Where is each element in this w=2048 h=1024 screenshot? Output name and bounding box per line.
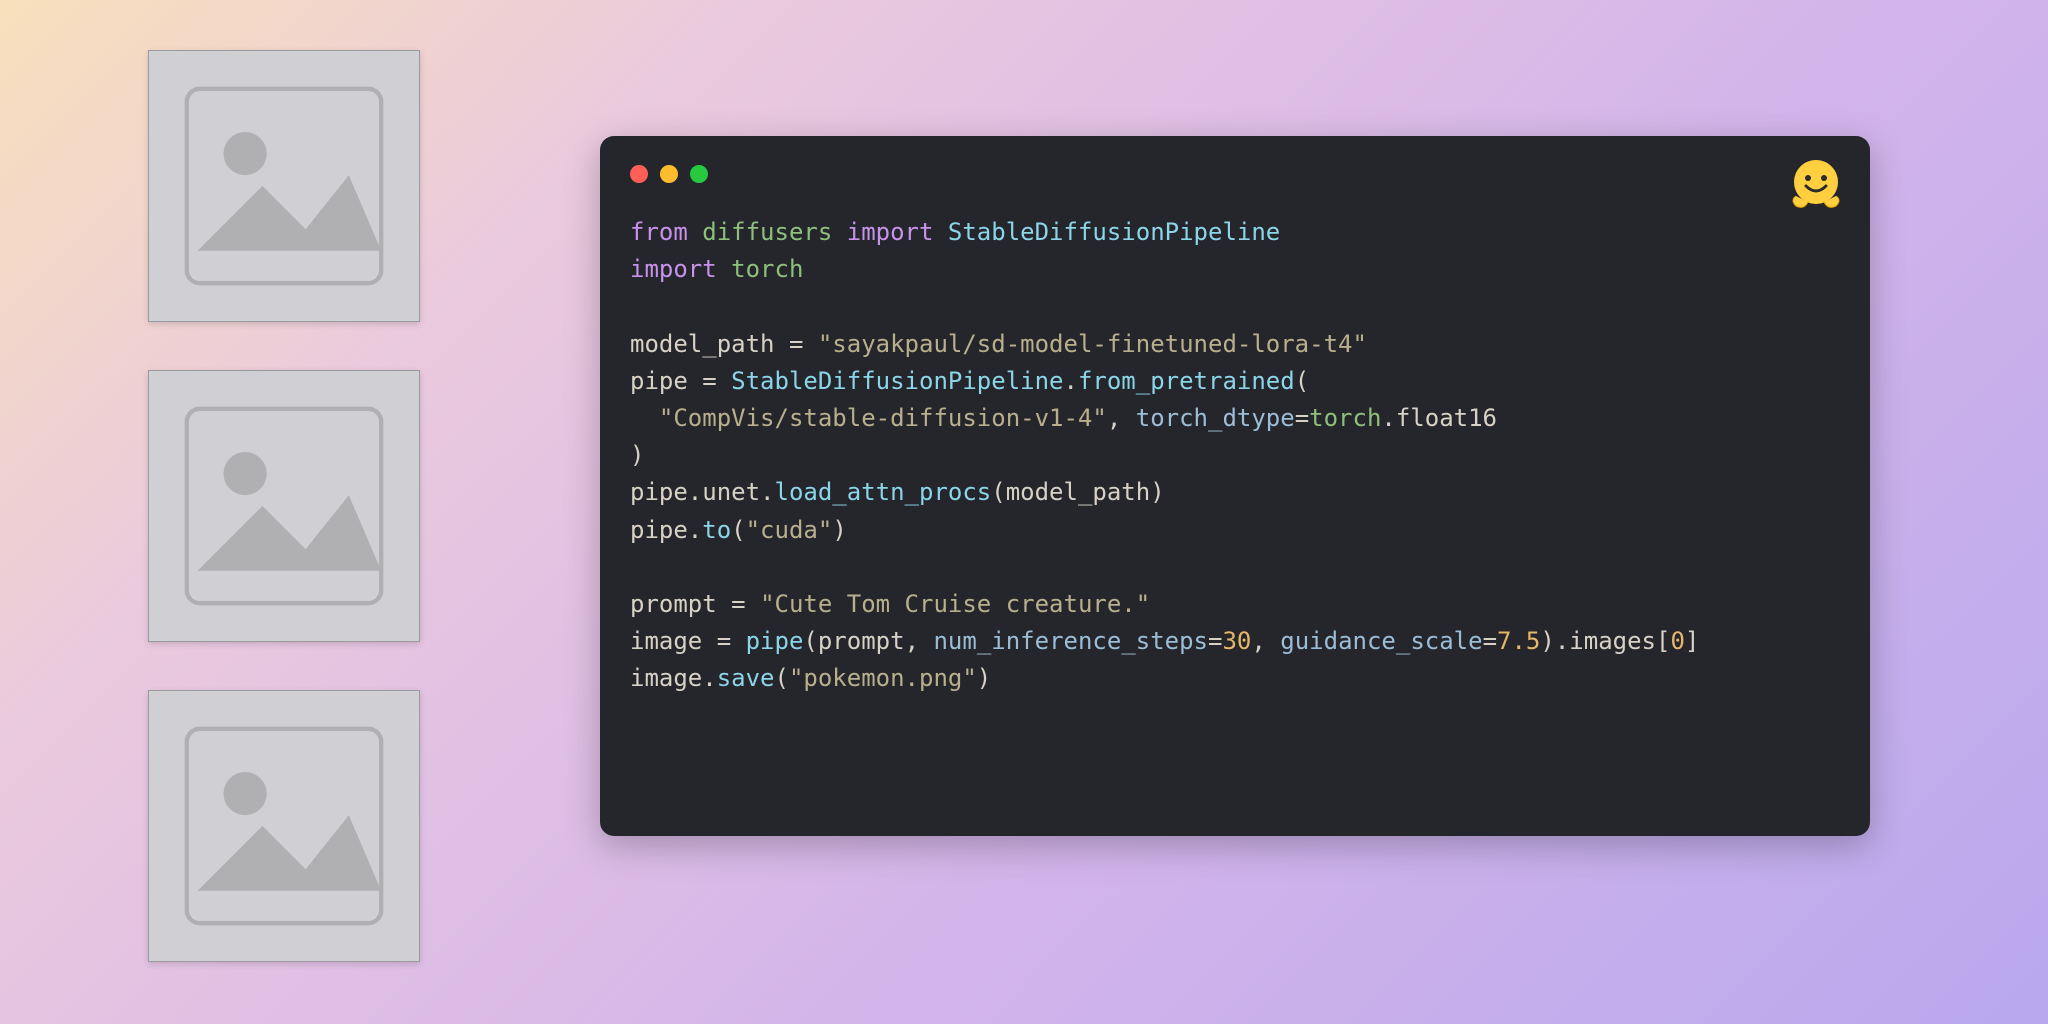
code-token: StableDiffusionPipeline (948, 218, 1280, 246)
code-token: pipe (630, 478, 688, 506)
window-minimize-icon[interactable] (660, 165, 678, 183)
code-token: . (1064, 367, 1078, 395)
code-token: [ (1656, 627, 1670, 655)
code-token: = (1208, 627, 1222, 655)
code-token: pipe (630, 516, 688, 544)
code-token: ) (630, 441, 644, 469)
generated-image-1 (148, 50, 420, 322)
code-token: ] (1685, 627, 1699, 655)
code-token: 7.5 (1497, 627, 1540, 655)
generated-image-2 (148, 370, 420, 642)
code-token: import (630, 255, 717, 283)
code-token: pipe (630, 367, 688, 395)
code-token: "Cute Tom Cruise creature." (760, 590, 1150, 618)
code-token: diffusers (702, 218, 832, 246)
code-token: torch (1309, 404, 1381, 432)
code-token: , (1107, 404, 1136, 432)
code-token: float16 (1396, 404, 1497, 432)
code-token: 0 (1670, 627, 1684, 655)
code-token: = (1483, 627, 1497, 655)
code-token: . (688, 478, 702, 506)
window-zoom-icon[interactable] (690, 165, 708, 183)
code-token: guidance_scale (1280, 627, 1482, 655)
code-token: image (630, 627, 702, 655)
code-token: prompt (818, 627, 905, 655)
code-token: from (630, 218, 688, 246)
code-token: ) (832, 516, 846, 544)
code-token: = (717, 590, 760, 618)
code-token (630, 404, 659, 432)
code-token: ( (731, 516, 745, 544)
code-token: import (847, 218, 934, 246)
code-token: ) (1540, 627, 1554, 655)
code-token: torch_dtype (1136, 404, 1295, 432)
code-token: "CompVis/stable-diffusion-v1-4" (659, 404, 1107, 432)
code-token: model_path (630, 330, 775, 358)
code-editor-window: from diffusers import StableDiffusionPip… (600, 136, 1870, 836)
code-token: ( (991, 478, 1005, 506)
code-token: = (688, 367, 731, 395)
code-token: ( (1295, 367, 1309, 395)
code-token: image (630, 664, 702, 692)
code-token: pipe (746, 627, 804, 655)
code-token: model_path (1006, 478, 1151, 506)
code-token: torch (731, 255, 803, 283)
code-token: . (688, 516, 702, 544)
hugging-face-icon (1784, 152, 1848, 216)
code-token: "pokemon.png" (789, 664, 977, 692)
code-token: ) (977, 664, 991, 692)
code-token: load_attn_procs (775, 478, 992, 506)
code-token: = (1295, 404, 1309, 432)
code-token: prompt (630, 590, 717, 618)
code-token: ( (775, 664, 789, 692)
code-token: . (702, 664, 716, 692)
code-token: . (1381, 404, 1395, 432)
code-block: from diffusers import StableDiffusionPip… (630, 214, 1840, 697)
code-token: . (1555, 627, 1569, 655)
code-token: save (717, 664, 775, 692)
window-traffic-lights (630, 160, 1840, 188)
code-token: "cuda" (746, 516, 833, 544)
window-close-icon[interactable] (630, 165, 648, 183)
code-token: num_inference_steps (933, 627, 1208, 655)
code-token: "sayakpaul/sd-model-finetuned-lora-t4" (818, 330, 1367, 358)
code-token: from_pretrained (1078, 367, 1295, 395)
code-token: , (905, 627, 934, 655)
code-token: = (775, 330, 818, 358)
code-token: 30 (1222, 627, 1251, 655)
code-token: ( (803, 627, 817, 655)
code-token: = (702, 627, 745, 655)
code-token: , (1251, 627, 1280, 655)
code-token: images (1569, 627, 1656, 655)
code-token: StableDiffusionPipeline (731, 367, 1063, 395)
code-token: unet (702, 478, 760, 506)
code-token: ) (1150, 478, 1164, 506)
code-token: to (702, 516, 731, 544)
code-token: . (760, 478, 774, 506)
generated-image-3 (148, 690, 420, 962)
